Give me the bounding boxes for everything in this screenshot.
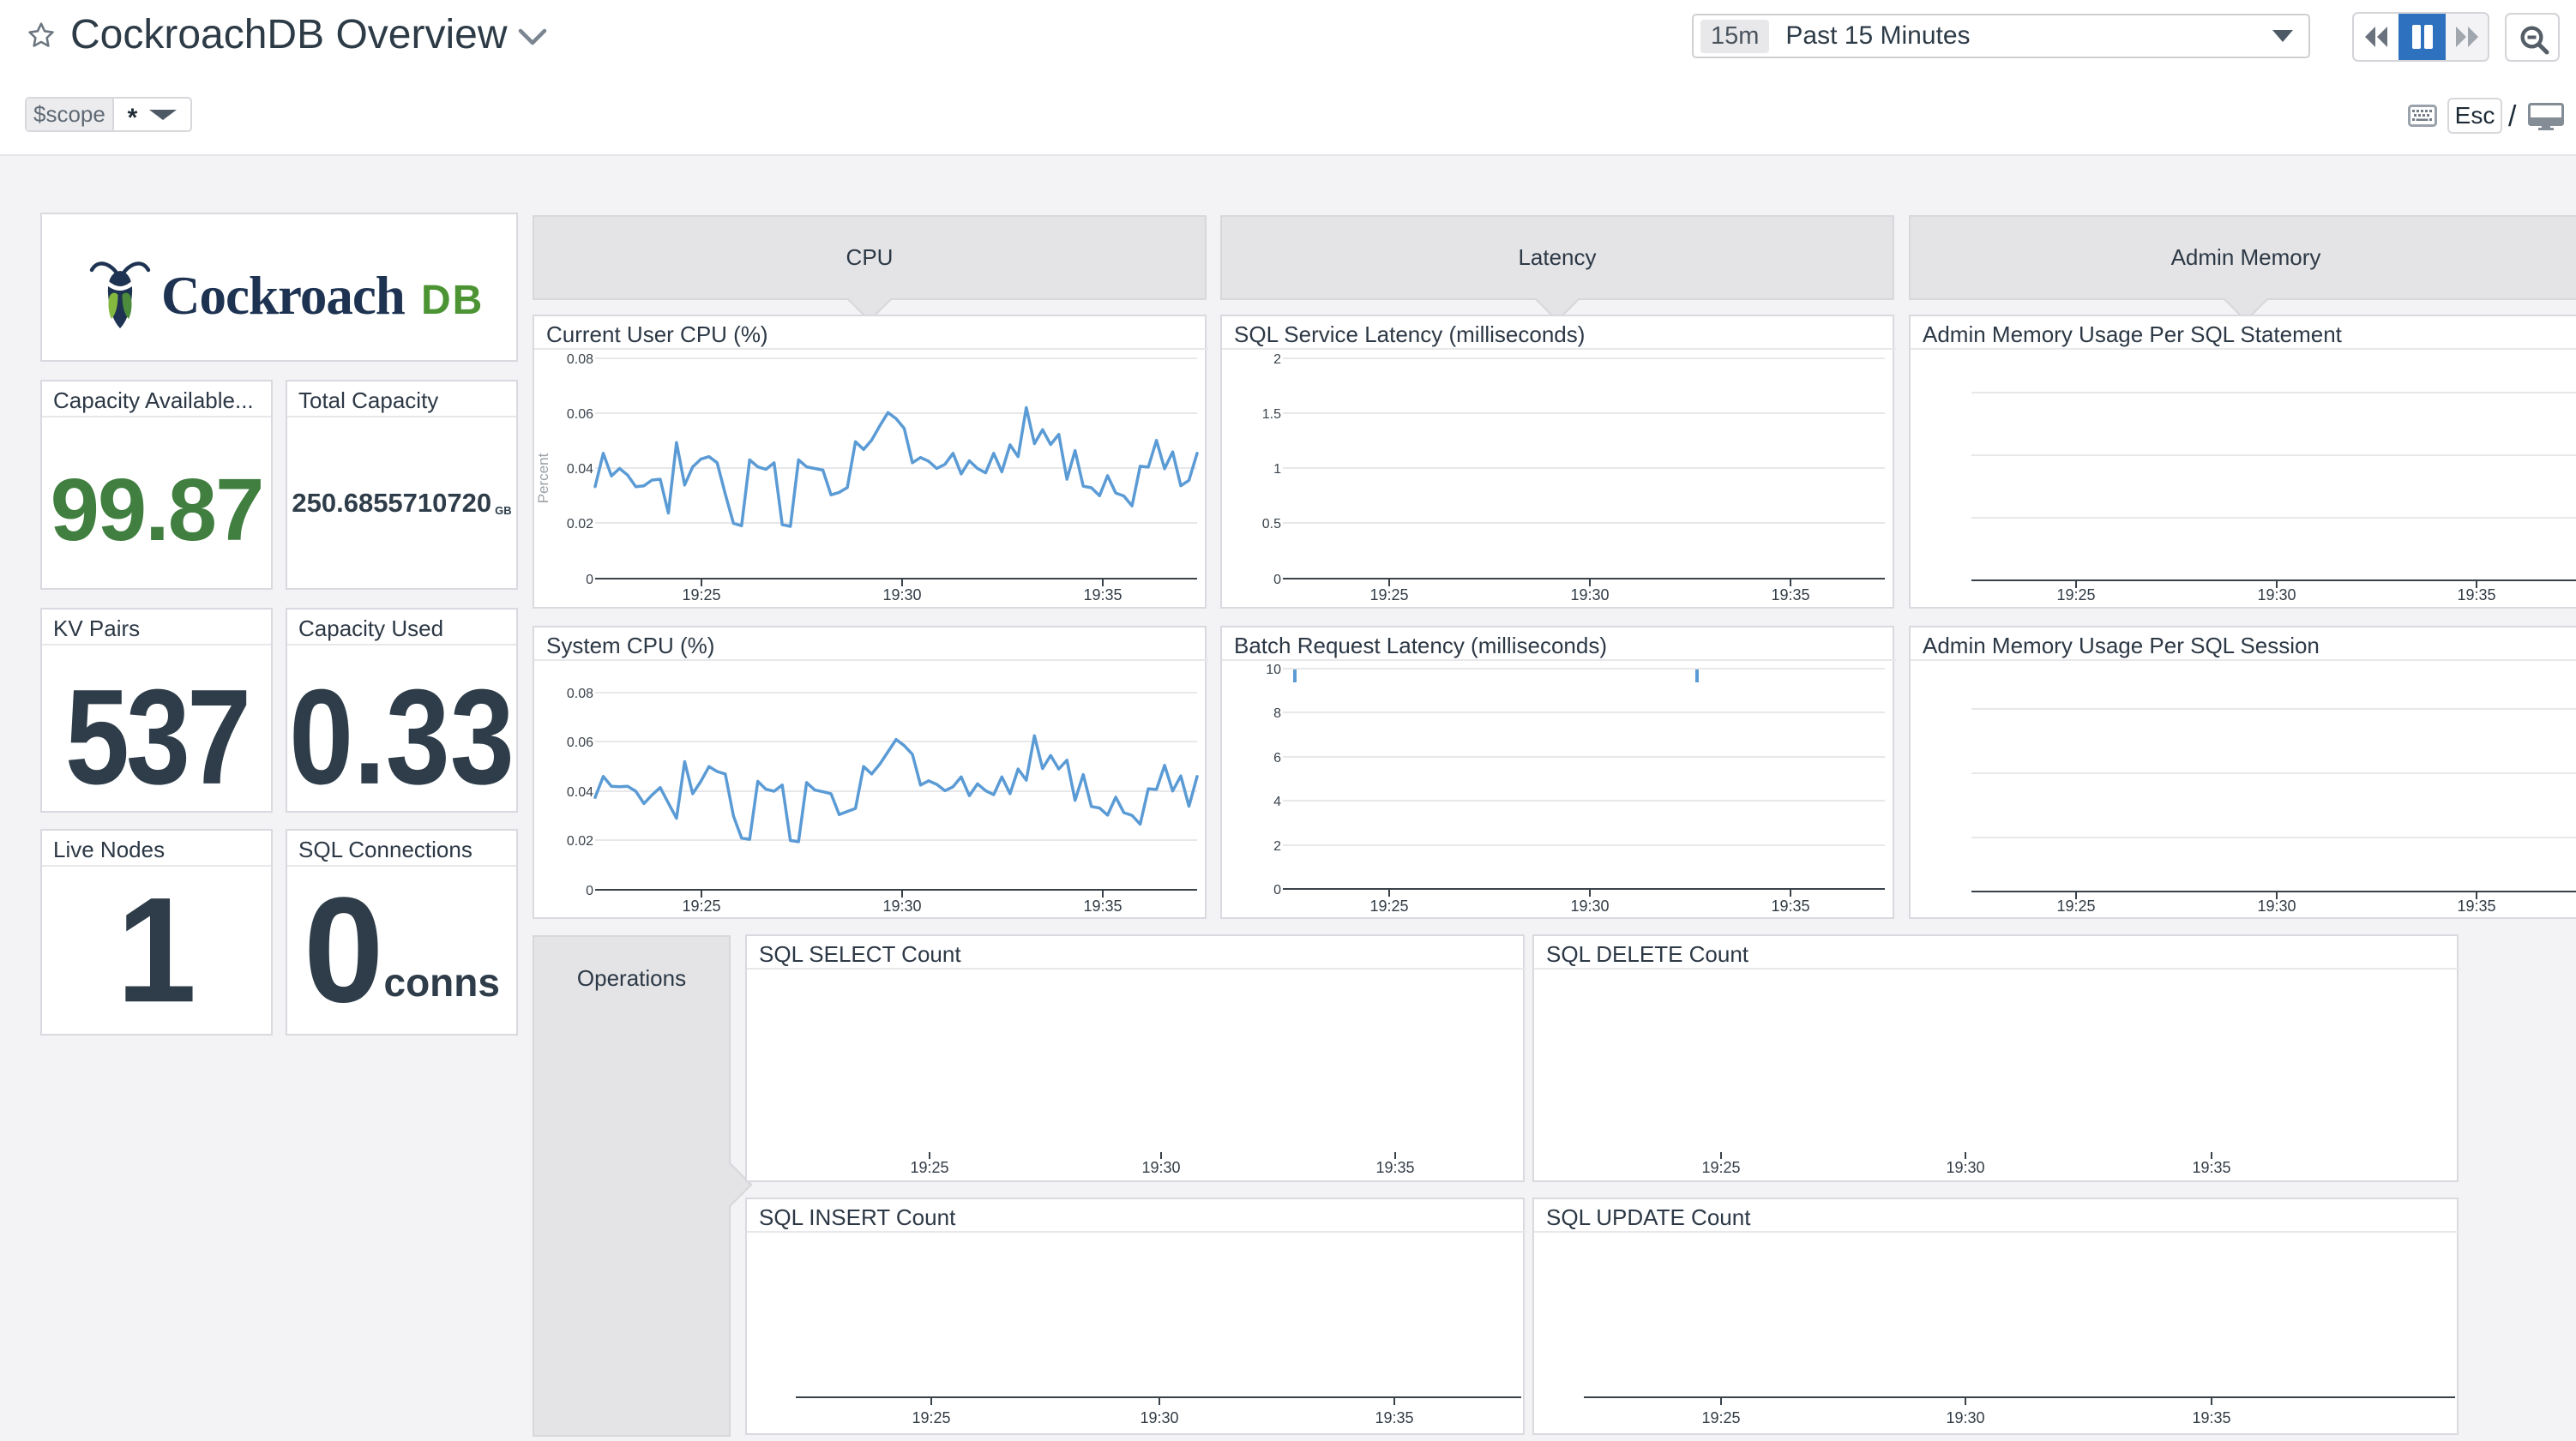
svg-text:19:30: 19:30 [1140, 1409, 1178, 1426]
svg-text:Percent: Percent [535, 453, 551, 503]
svg-text:19:30: 19:30 [1570, 898, 1609, 915]
svg-text:19:35: 19:35 [1771, 898, 1809, 915]
svg-text:19:35: 19:35 [1083, 898, 1122, 915]
svg-text:0.04: 0.04 [567, 785, 593, 800]
svg-text:0.08: 0.08 [567, 687, 593, 701]
svg-text:0: 0 [1273, 573, 1281, 587]
svg-text:19:25: 19:25 [2056, 898, 2095, 915]
svg-text:19:35: 19:35 [2457, 586, 2495, 603]
svg-text:4: 4 [1273, 795, 1281, 809]
svg-text:19:25: 19:25 [912, 1409, 950, 1426]
svg-text:19:25: 19:25 [1369, 898, 1408, 915]
svg-text:19:30: 19:30 [2257, 586, 2296, 603]
svg-text:19:30: 19:30 [882, 586, 921, 603]
svg-text:0.02: 0.02 [567, 517, 593, 531]
svg-text:19:25: 19:25 [910, 1159, 948, 1176]
svg-text:0.02: 0.02 [567, 834, 593, 849]
svg-text:0.08: 0.08 [567, 352, 593, 367]
svg-text:19:35: 19:35 [2457, 898, 2495, 915]
svg-text:0: 0 [586, 573, 593, 587]
svg-text:8: 8 [1273, 706, 1281, 721]
svg-text:0.04: 0.04 [567, 462, 593, 477]
svg-text:19:30: 19:30 [1141, 1159, 1180, 1176]
svg-text:2: 2 [1273, 352, 1281, 367]
svg-text:19:35: 19:35 [1375, 1159, 1414, 1176]
svg-text:1: 1 [1273, 462, 1281, 477]
svg-text:10: 10 [1266, 663, 1281, 677]
svg-text:19:35: 19:35 [2192, 1159, 2230, 1176]
svg-text:0: 0 [1273, 883, 1281, 898]
svg-text:2: 2 [1273, 839, 1281, 854]
svg-text:19:35: 19:35 [1375, 1409, 1413, 1426]
svg-text:0.06: 0.06 [567, 736, 593, 750]
svg-text:19:35: 19:35 [1771, 586, 1809, 603]
svg-text:19:30: 19:30 [882, 898, 921, 915]
svg-text:19:30: 19:30 [1946, 1409, 1984, 1426]
svg-text:1.5: 1.5 [1262, 407, 1281, 422]
svg-text:19:25: 19:25 [1701, 1409, 1740, 1426]
svg-text:19:25: 19:25 [2056, 586, 2095, 603]
svg-text:19:25: 19:25 [682, 586, 720, 603]
svg-text:19:30: 19:30 [2257, 898, 2296, 915]
svg-text:0.5: 0.5 [1262, 517, 1281, 531]
svg-text:19:25: 19:25 [682, 898, 720, 915]
svg-text:6: 6 [1273, 751, 1281, 766]
svg-text:19:30: 19:30 [1570, 586, 1609, 603]
svg-text:19:30: 19:30 [1946, 1159, 1984, 1176]
svg-text:19:25: 19:25 [1701, 1159, 1740, 1176]
svg-text:0: 0 [586, 884, 593, 898]
svg-text:19:25: 19:25 [1369, 586, 1408, 603]
svg-text:0.06: 0.06 [567, 407, 593, 422]
svg-text:19:35: 19:35 [1083, 586, 1122, 603]
svg-text:19:35: 19:35 [2192, 1409, 2230, 1426]
